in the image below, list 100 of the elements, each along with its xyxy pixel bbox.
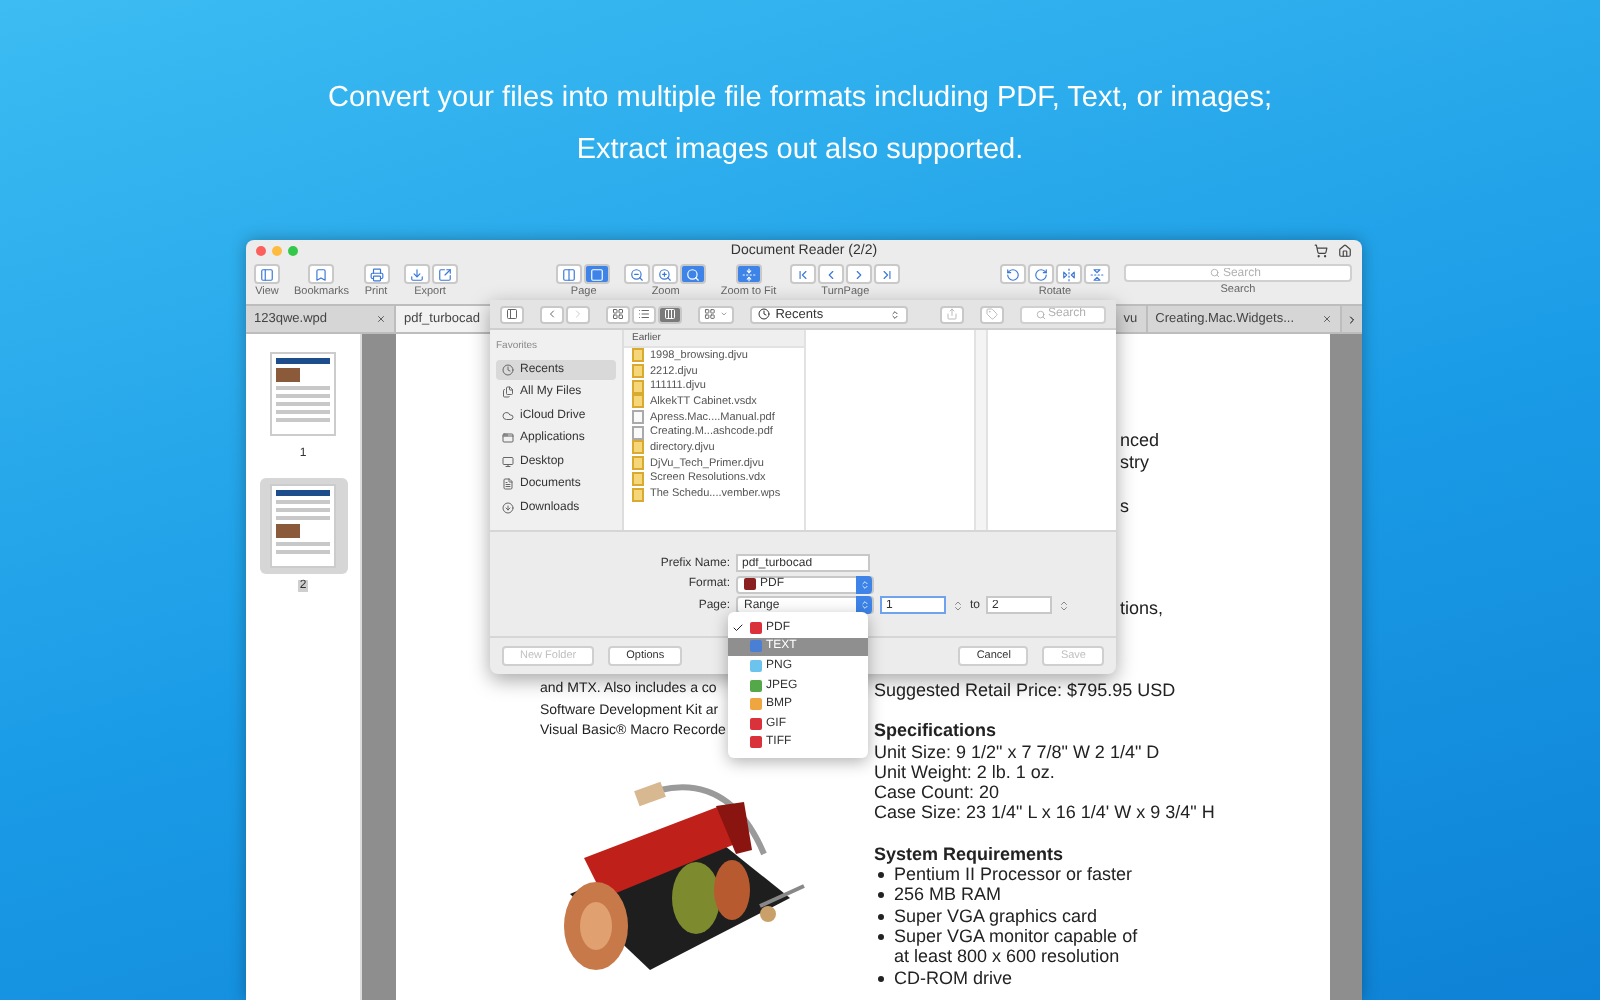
fit-icon [741,267,756,281]
bullet-icon [878,975,884,982]
clock-icon [502,363,514,376]
zoom-out-icon [630,267,645,281]
back-button[interactable] [540,305,564,323]
more-tabs-icon[interactable] [1346,313,1358,325]
rotate-right-icon [1033,267,1048,281]
column-view-icon [664,308,676,320]
bullet-icon [878,913,884,920]
bullet-icon [878,892,884,899]
thumbnail-highlight[interactable] [259,478,347,574]
toolbar-button[interactable] [1083,264,1110,284]
updown-icon [859,600,869,611]
sidebar-icon [506,308,518,320]
toolbar-button[interactable] [652,264,679,284]
grid-icon [704,308,716,320]
section-heading: System Requirements [874,843,1064,865]
toolbar-button[interactable] [431,264,458,284]
flip-vertical-icon [1089,267,1104,281]
bullet-icon [878,933,884,940]
toolbar-button[interactable] [584,264,611,284]
toolbar-button[interactable] [818,264,845,284]
bookmark-icon [314,267,329,281]
toolbar-button[interactable] [999,264,1026,284]
external-link-icon [437,267,452,281]
file-type-icon [744,578,756,591]
forward-button[interactable] [566,305,590,323]
toolbar-button[interactable] [308,264,335,284]
cart-icon[interactable] [1314,244,1328,258]
headline-text: Extract images out also supported. [576,132,1024,170]
two-page-icon [562,267,577,281]
body-text: stry [1120,452,1149,474]
toolbar-button[interactable] [846,264,873,284]
close-button[interactable] [256,246,266,256]
monitor-icon [502,455,514,468]
list-view-icon [638,308,650,320]
view-mode-button[interactable] [632,305,656,323]
view-mode-button[interactable] [658,305,682,323]
applications-icon [502,432,514,445]
body-text: Unit Size: 9 1/2" x 7 7/8" W 2 1/4" D [874,741,1160,762]
page-thumbnail [270,484,336,568]
flip-horizontal-icon [1061,267,1076,281]
body-text: Unit Weight: 2 lb. 1 oz. [874,761,1055,783]
search-icon [1209,268,1220,278]
toolbar-button[interactable] [254,264,280,284]
printer-icon [369,267,384,281]
files-icon [502,386,514,399]
body-text: Suggested Retail Price: $795.95 USD [874,680,1176,701]
download-icon [409,267,424,281]
updown-icon [859,579,869,590]
body-text: tions, [1120,598,1164,620]
toolbar-button[interactable] [1027,264,1054,284]
toolbar-button[interactable] [403,264,430,284]
page-thumbnail [270,352,336,436]
document-icon [502,478,514,491]
toolbar-button[interactable] [790,264,817,284]
magnifier-icon [686,267,701,281]
forward-icon [572,308,584,320]
arrange-button[interactable] [698,305,734,323]
headline-text: Convert your files into multiple file formats including PDF, Text, or images; [328,80,1272,118]
body-text: nced [1120,430,1160,452]
cloud-icon [502,409,514,422]
list-text: Pentium II Processor or faster [894,864,1133,885]
toolbar-button[interactable] [735,264,762,284]
list-text: 256 MB RAM [894,884,1002,906]
home-icon[interactable] [1338,244,1352,258]
zoom-in-icon [658,267,673,281]
sidebar-toggle-button[interactable] [500,305,524,323]
next-icon [852,267,867,281]
tag-icon [986,308,999,320]
list-text: Super VGA graphics card [894,905,1098,926]
first-page-icon [796,267,811,281]
share-button[interactable] [940,305,965,323]
body-text: Case Size: 23 1/4" L x 16 1/4' W x 9 3/4" H [874,802,1215,824]
list-text: CD-ROM drive [894,967,1013,988]
body-text: Case Count: 20 [874,782,1000,803]
list-text: Super VGA monitor capable of [894,925,1138,947]
last-page-icon [880,267,895,281]
bullet-icon [878,872,884,879]
toolbar-button[interactable] [1055,264,1082,284]
share-icon [946,308,959,320]
toolbar-button[interactable] [874,264,901,284]
back-icon [546,308,558,320]
sidebar-icon [260,267,274,281]
view-mode-button[interactable] [606,305,630,323]
previous-icon [824,267,839,281]
toolbar-button[interactable] [680,264,707,284]
rotate-left-icon [1005,267,1020,281]
toolbar-button[interactable] [363,264,390,284]
clock-icon [757,308,770,320]
toolbar-button[interactable] [624,264,651,284]
single-page-icon [590,267,605,281]
search-icon [1036,309,1047,319]
list-text: at least 800 x 600 resolution [894,946,1120,968]
toolbar-button[interactable] [556,264,583,284]
updown-icon [890,309,901,319]
section-heading: Specifications [874,720,997,742]
tag-button[interactable] [980,305,1005,323]
check-icon [732,621,744,634]
zoom-button[interactable] [288,246,298,256]
